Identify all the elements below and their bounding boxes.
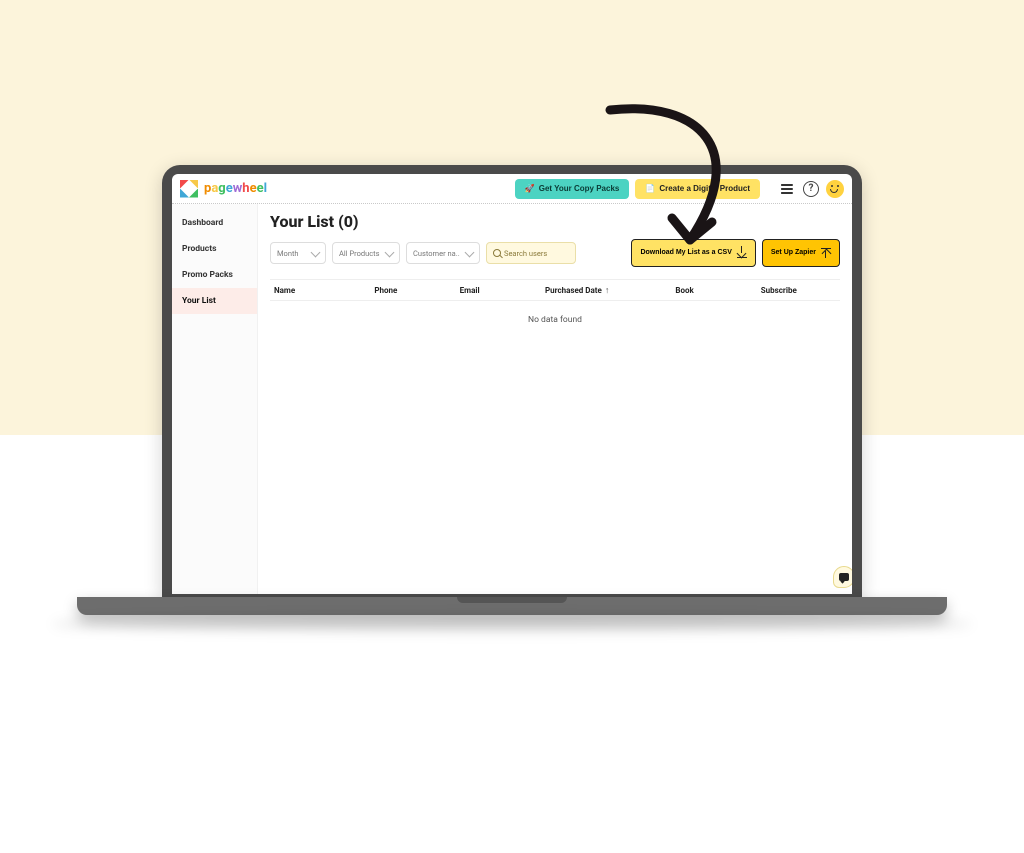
main-content: Your List (0) Month All Products Custome…	[258, 204, 852, 594]
table: Name Phone Email Purchased Date ↑ Book S…	[270, 279, 840, 339]
setup-zapier-button[interactable]: Set Up Zapier	[762, 239, 840, 267]
document-icon: 📄	[645, 184, 655, 193]
customer-name-dropdown[interactable]: Customer na..	[406, 242, 480, 264]
brand-wordmark: pagewheel	[204, 181, 267, 196]
chevron-down-icon	[465, 247, 475, 257]
app-screen: pagewheel 🚀 Get Your Copy Packs 📄 Create…	[172, 174, 852, 594]
dropdown-label: Customer na..	[413, 249, 460, 258]
button-label: Get Your Copy Packs	[539, 184, 620, 193]
button-label: Set Up Zapier	[771, 249, 816, 257]
table-header: Name Phone Email Purchased Date ↑ Book S…	[270, 279, 840, 301]
sidebar-item-your-list[interactable]: Your List	[172, 288, 257, 314]
chevron-down-icon	[385, 247, 395, 257]
button-label: Download My List as a CSV	[640, 249, 731, 257]
search-input[interactable]: Search users	[486, 242, 576, 264]
logo-pinwheel-icon	[180, 180, 198, 198]
app-body: Dashboard Products Promo Packs Your List…	[172, 204, 852, 594]
laptop-frame: pagewheel 🚀 Get Your Copy Packs 📄 Create…	[148, 165, 876, 630]
column-header-phone[interactable]: Phone	[374, 286, 449, 295]
dropdown-label: Month	[277, 249, 299, 258]
chat-widget-icon[interactable]	[833, 566, 852, 588]
month-dropdown[interactable]: Month	[270, 242, 326, 264]
column-header-subscribe[interactable]: Subscribe	[761, 286, 840, 295]
column-header-purchased-date[interactable]: Purchased Date ↑	[545, 285, 665, 296]
sidebar-item-products[interactable]: Products	[172, 236, 257, 262]
get-copy-packs-button[interactable]: 🚀 Get Your Copy Packs	[515, 179, 630, 199]
rocket-icon: 🚀	[525, 184, 535, 193]
app-header: pagewheel 🚀 Get Your Copy Packs 📄 Create…	[172, 174, 852, 204]
create-digital-product-button[interactable]: 📄 Create a Digital Product	[635, 179, 760, 199]
list-view-icon[interactable]	[778, 180, 796, 198]
upload-icon	[821, 248, 831, 258]
download-icon	[737, 248, 747, 258]
sidebar-item-dashboard[interactable]: Dashboard	[172, 210, 257, 236]
column-label: Purchased Date	[545, 286, 602, 295]
dropdown-label: All Products	[339, 249, 380, 258]
laptop-base	[77, 597, 947, 615]
download-csv-button[interactable]: Download My List as a CSV	[631, 239, 755, 267]
button-label: Create a Digital Product	[659, 184, 750, 193]
search-icon	[493, 249, 501, 257]
products-dropdown[interactable]: All Products	[332, 242, 400, 264]
column-header-name[interactable]: Name	[270, 286, 364, 295]
empty-state-message: No data found	[270, 301, 840, 339]
filter-row: Month All Products Customer na..	[270, 239, 840, 267]
column-header-email[interactable]: Email	[460, 286, 535, 295]
search-placeholder: Search users	[504, 249, 547, 258]
profile-smiley-icon[interactable]	[826, 180, 844, 198]
chevron-down-icon	[311, 247, 321, 257]
sort-ascending-icon: ↑	[605, 285, 610, 296]
sidebar-item-promo-packs[interactable]: Promo Packs	[172, 262, 257, 288]
sidebar: Dashboard Products Promo Packs Your List	[172, 204, 258, 594]
help-icon[interactable]: ?	[802, 180, 820, 198]
column-header-book[interactable]: Book	[675, 286, 750, 295]
page-title: Your List (0)	[270, 212, 840, 231]
screen-bezel: pagewheel 🚀 Get Your Copy Packs 📄 Create…	[162, 165, 862, 597]
